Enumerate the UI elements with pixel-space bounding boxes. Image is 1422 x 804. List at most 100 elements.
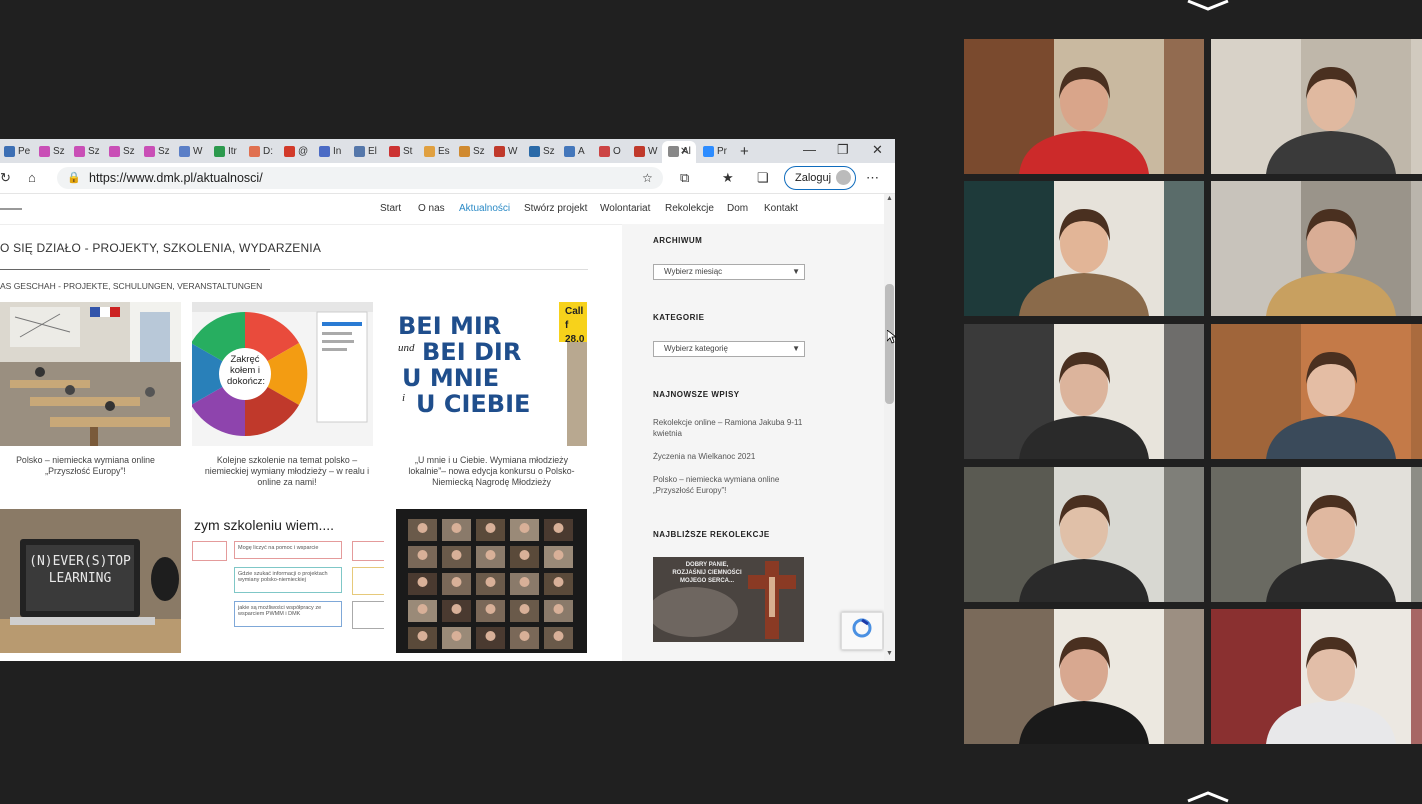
post-image-classroom[interactable] bbox=[0, 302, 181, 446]
training-box: jakie są możliwości współpracy ze wsparc… bbox=[234, 601, 342, 627]
browser-tab[interactable]: In bbox=[319, 142, 341, 160]
participant-video[interactable] bbox=[1211, 39, 1422, 174]
browser-tab[interactable]: W bbox=[634, 142, 657, 160]
site-logo[interactable] bbox=[0, 208, 22, 210]
close-tab-icon[interactable]: ✕ bbox=[680, 142, 688, 160]
browser-tab[interactable]: O bbox=[599, 142, 621, 160]
tab-label: D: bbox=[263, 145, 273, 157]
post-image-laptop[interactable]: (N)EVER(S)TOP LEARNING bbox=[0, 509, 181, 653]
browser-tab[interactable]: W bbox=[494, 142, 517, 160]
participant-video[interactable] bbox=[1211, 467, 1422, 602]
categories-select[interactable]: Wybierz kategorię ▼ bbox=[653, 341, 805, 357]
nav-item[interactable]: Aktualności bbox=[459, 203, 510, 214]
scrollbar-thumb[interactable] bbox=[885, 284, 894, 404]
participant-video[interactable] bbox=[1211, 181, 1422, 316]
latest-post-link[interactable]: Rekolekcje online – Ramiona Jakuba 9-11 … bbox=[653, 417, 808, 439]
post-caption-2[interactable]: Kolejne szkolenie na temat polsko – niem… bbox=[192, 455, 382, 488]
nav-item[interactable]: O nas bbox=[418, 203, 445, 214]
post-image-wheel[interactable]: Zakręć kołem i dokończ: bbox=[192, 302, 373, 446]
heading-divider bbox=[270, 269, 588, 270]
browser-tab[interactable]: El bbox=[354, 142, 377, 160]
browser-tab[interactable]: Sz bbox=[144, 142, 170, 160]
participant-video[interactable] bbox=[964, 609, 1204, 744]
caption-line: niemieckiej wymiany młodzieży – w realu … bbox=[204, 466, 370, 476]
site-nav: Start O nas Aktualności Stwórz projekt Wolon… bbox=[0, 194, 884, 225]
participant-video-feed bbox=[964, 609, 1204, 744]
nav-item[interactable]: Kontakt bbox=[764, 203, 798, 214]
latest-post-link[interactable]: Polsko – niemiecka wymiana online „Przys… bbox=[653, 474, 808, 496]
retreat-banner[interactable]: DOBRY PANIE, ROZJAŚNIJ CIEMNOŚCI MOJEGO … bbox=[653, 557, 804, 642]
browser-tab[interactable]: Sz bbox=[109, 142, 135, 160]
close-window-icon[interactable]: ✕ bbox=[872, 142, 883, 158]
tab-favicon-icon bbox=[459, 145, 470, 157]
refresh-icon[interactable]: ↻ bbox=[0, 170, 11, 186]
nav-item[interactable]: Dom bbox=[727, 203, 748, 214]
tab-label: Pr bbox=[717, 145, 727, 157]
zoom-tile-face bbox=[451, 631, 462, 641]
participant-video[interactable] bbox=[964, 181, 1204, 316]
page-subheading: AS GESCHAH - PROJEKTE, SCHULUNGEN, VERAN… bbox=[0, 281, 263, 291]
browser-tab[interactable]: Pe bbox=[4, 142, 30, 160]
participant-video[interactable] bbox=[1211, 324, 1422, 459]
extensions-icon[interactable]: ⧉ bbox=[680, 170, 689, 186]
restore-icon[interactable]: ❐ bbox=[837, 142, 849, 158]
participant-video[interactable] bbox=[1211, 609, 1422, 744]
scroll-down-icon[interactable]: ▼ bbox=[886, 650, 893, 657]
browser-tab[interactable]: St bbox=[389, 142, 412, 160]
retreat-banner-text: DOBRY PANIE, ROZJAŚNIJ CIEMNOŚCI MOJEGO … bbox=[667, 561, 747, 585]
browser-tab[interactable]: Sz bbox=[459, 142, 485, 160]
browser-tab[interactable]: Pr bbox=[703, 142, 727, 160]
home-icon[interactable]: ⌂ bbox=[28, 170, 36, 185]
post-image-zoom-meeting[interactable] bbox=[396, 509, 587, 653]
favorites-icon[interactable]: ★ bbox=[722, 170, 734, 186]
tab-label: Sz bbox=[88, 145, 100, 157]
latest-posts-title: NAJNOWSZE WPISY bbox=[653, 390, 740, 399]
tab-favicon-icon bbox=[668, 145, 679, 157]
login-button[interactable]: Zaloguj bbox=[784, 166, 856, 190]
participant-video[interactable] bbox=[964, 467, 1204, 602]
browser-tab[interactable]: Itr bbox=[214, 142, 237, 160]
collapse-chevron-icon[interactable] bbox=[1186, 0, 1230, 14]
browser-tab[interactable]: Sz bbox=[74, 142, 100, 160]
participant-video[interactable] bbox=[964, 39, 1204, 174]
post-image-training[interactable]: zym szkoleniu wiem.... Mogę liczyć na po… bbox=[192, 509, 384, 653]
browser-tab[interactable]: D: bbox=[249, 142, 273, 160]
page-scrollbar[interactable]: ▲ ▼ bbox=[884, 194, 895, 661]
recaptcha-badge[interactable] bbox=[841, 612, 883, 650]
browser-tab[interactable]: Es bbox=[424, 142, 450, 160]
participant-video-feed bbox=[964, 324, 1204, 459]
expand-chevron-icon[interactable] bbox=[1186, 790, 1230, 804]
collections-icon[interactable]: ❏ bbox=[757, 170, 769, 186]
latest-post-link[interactable]: Życzenia na Wielkanoc 2021 bbox=[653, 451, 808, 462]
browser-tab[interactable]: W bbox=[179, 142, 202, 160]
browser-tab[interactable]: A bbox=[564, 142, 585, 160]
poster-line: U MNIE bbox=[402, 364, 500, 392]
new-tab-icon[interactable]: + bbox=[740, 142, 749, 160]
nav-item[interactable]: Rekolekcje bbox=[665, 203, 714, 214]
post-line: Życzenia na Wielkanoc 2021 bbox=[653, 452, 756, 461]
archive-select[interactable]: Wybierz miesiąc ▼ bbox=[653, 264, 805, 280]
browser-tab[interactable]: @ bbox=[284, 142, 308, 160]
tab-label: Pe bbox=[18, 145, 31, 157]
zoom-tile-face bbox=[553, 523, 564, 533]
poster-line: BEI MIR bbox=[398, 312, 502, 340]
participant-video[interactable] bbox=[964, 324, 1204, 459]
caption-line: lokalnie”– nowa edycja konkursu o Polsko… bbox=[408, 466, 575, 476]
minimize-icon[interactable]: — bbox=[803, 142, 816, 157]
browser-tab[interactable]: Sz bbox=[529, 142, 555, 160]
browser-tab[interactable]: Sz bbox=[39, 142, 65, 160]
favorite-star-icon[interactable]: ☆ bbox=[642, 167, 653, 189]
nav-item[interactable]: Wolontariat bbox=[600, 203, 650, 214]
more-menu-icon[interactable]: ⋯ bbox=[866, 170, 879, 186]
post-caption-1[interactable]: Polsko – niemiecka wymiana online „Przys… bbox=[0, 455, 171, 477]
nav-item[interactable]: Stwórz projekt bbox=[524, 203, 587, 214]
archive-title: ARCHIWUM bbox=[653, 236, 703, 245]
poster-line: BEI DIR bbox=[422, 338, 522, 366]
address-bar[interactable]: 🔒 https://www.dmk.pl/aktualnosci/ ☆ bbox=[57, 167, 663, 189]
post-image-poster[interactable]: BEI MIR und BEI DIR U MNIE i U CIEBIE Ca… bbox=[396, 302, 587, 446]
nav-item[interactable]: Start bbox=[380, 203, 401, 214]
retreat-line: MOJEGO SERCA... bbox=[679, 578, 734, 584]
scroll-up-icon[interactable]: ▲ bbox=[886, 195, 893, 202]
post-caption-3[interactable]: „U mnie i u Ciebie. Wymiana młodzieży lo… bbox=[396, 455, 587, 488]
tab-favicon-icon bbox=[424, 145, 435, 157]
